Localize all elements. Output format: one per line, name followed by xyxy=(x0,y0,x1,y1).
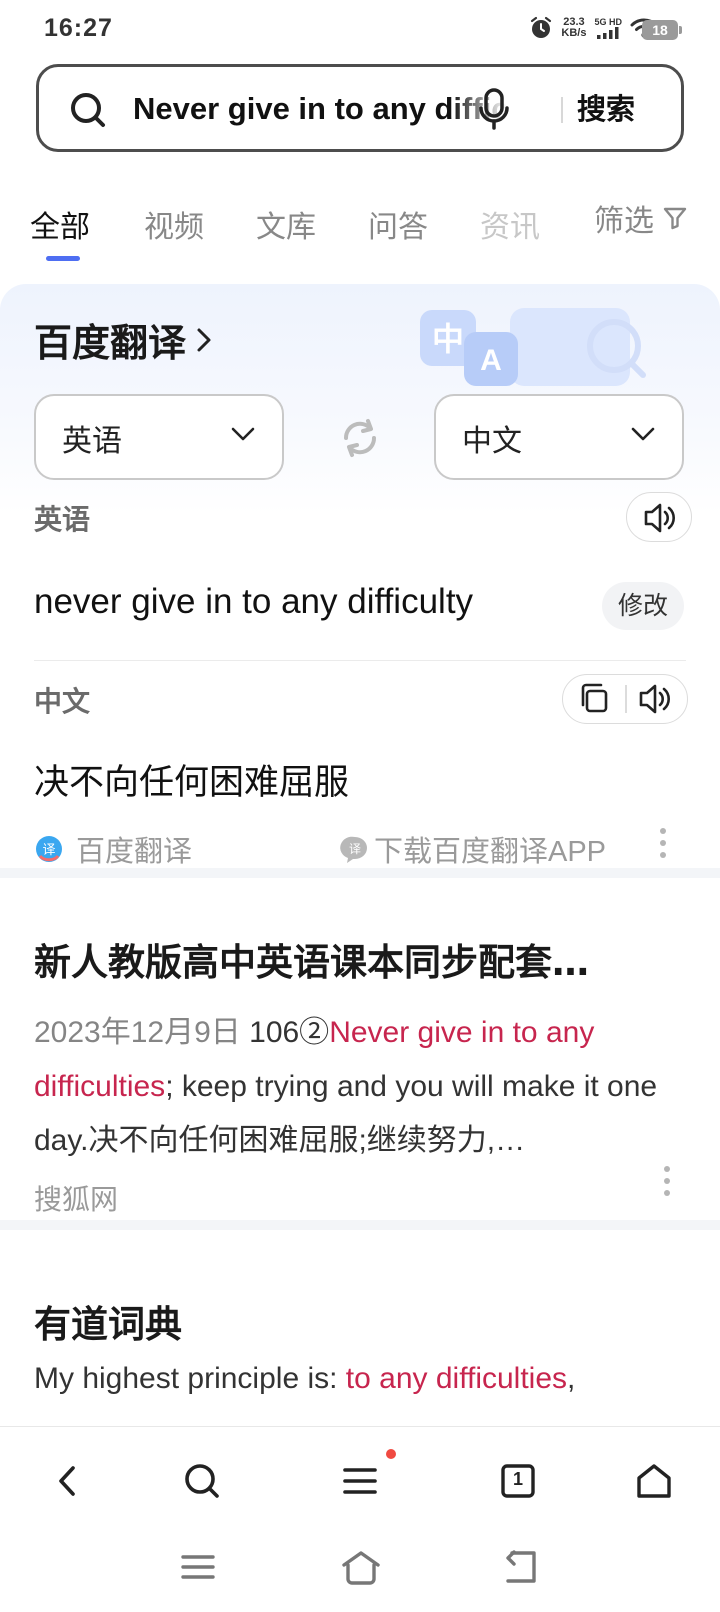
baidu-translate-card: 中 A 百度翻译 英语 中文 英语 never give in to any d… xyxy=(0,284,720,900)
filter-label: 筛选 xyxy=(594,204,654,239)
mic-icon[interactable] xyxy=(477,87,511,131)
section-gap xyxy=(0,868,720,878)
actions-divider xyxy=(625,685,627,713)
chevron-down-icon xyxy=(231,427,255,441)
translate-brand-text: 百度翻译 xyxy=(76,834,193,868)
tab-all[interactable]: 全部 xyxy=(30,202,90,246)
source-text: never give in to any difficulty xyxy=(34,582,474,621)
menu-icon[interactable] xyxy=(340,1461,380,1501)
source-label: 英语 xyxy=(34,503,91,536)
active-tab-indicator xyxy=(46,256,80,261)
tab-video[interactable]: 视频 xyxy=(144,202,204,246)
translated-text: 决不向任何困难屈服 xyxy=(34,763,350,803)
youdao-snippet-post: , xyxy=(567,1362,576,1395)
filter-button[interactable]: 筛选 xyxy=(594,196,688,240)
search-icon xyxy=(69,91,107,129)
search-tabs: 全部 视频 文库 问答 资讯 筛选 xyxy=(0,196,720,268)
youdao-result-title[interactable]: 有道词典 xyxy=(34,1294,182,1348)
status-bar: 16:27 23.3 KB/s 5G HD 18 xyxy=(0,0,720,60)
download-app-link[interactable]: 译 下载百度翻译APP xyxy=(340,828,606,870)
result-source[interactable]: 搜狐网 xyxy=(34,1178,118,1218)
system-menu-icon[interactable] xyxy=(180,1549,216,1585)
copy-icon[interactable] xyxy=(573,675,617,723)
tabs-icon[interactable]: 1 xyxy=(498,1461,538,1501)
tab-news[interactable]: 资讯 xyxy=(480,202,540,246)
tab-qa[interactable]: 问答 xyxy=(368,202,428,246)
search-box[interactable]: Never give in to any difficulty 搜索 xyxy=(36,64,684,152)
battery-indicator: 18 xyxy=(642,20,682,40)
source-speak-button[interactable] xyxy=(626,492,692,542)
swap-icon[interactable] xyxy=(338,416,382,460)
signal-bars-icon xyxy=(597,27,619,39)
chevron-down-icon xyxy=(631,427,655,441)
result-date: 2023年12月9日 xyxy=(34,1016,241,1049)
system-back-icon[interactable] xyxy=(502,1549,538,1585)
source-language-select[interactable]: 英语 xyxy=(34,394,284,480)
translate-title[interactable]: 百度翻译 xyxy=(34,312,212,367)
search-input[interactable]: Never give in to any difficulty xyxy=(133,89,507,129)
chevron-right-icon xyxy=(196,327,212,353)
section-gap xyxy=(0,1220,720,1230)
bottom-navigation: 1 xyxy=(0,1426,720,1612)
svg-text:译: 译 xyxy=(42,843,55,858)
target-language-value: 中文 xyxy=(462,424,522,459)
translate-illustration: 中 A xyxy=(390,290,690,400)
youdao-snippet: My highest principle is: to any difficul… xyxy=(34,1362,575,1396)
tab-library[interactable]: 文库 xyxy=(256,202,316,246)
net-speed: 23.3 KB/s xyxy=(561,17,586,39)
net-speed-unit: KB/s xyxy=(561,27,587,39)
edit-button[interactable]: 修改 xyxy=(602,582,684,630)
deco-zh-glyph: 中 xyxy=(432,320,464,358)
target-label: 中文 xyxy=(34,685,91,718)
status-icons: 23.3 KB/s 5G HD xyxy=(529,16,658,40)
translate-title-text: 百度翻译 xyxy=(34,321,187,365)
back-icon[interactable] xyxy=(48,1461,88,1501)
translate-chat-icon: 译 xyxy=(340,836,367,863)
tab-count: 1 xyxy=(512,1469,523,1489)
search-divider xyxy=(561,97,563,123)
cell-signal: 5G HD xyxy=(594,17,622,39)
target-language-select[interactable]: 中文 xyxy=(434,394,684,480)
search-button[interactable]: 搜索 xyxy=(577,87,635,131)
home-icon[interactable] xyxy=(634,1461,674,1501)
result-snippet: 2023年12月9日 106②Never give in to any diff… xyxy=(34,1006,686,1168)
download-app-text: 下载百度翻译APP xyxy=(374,836,607,868)
svg-text:译: 译 xyxy=(349,842,361,856)
target-actions xyxy=(562,674,688,724)
translate-footer: 译 百度翻译 译 下载百度翻译APP xyxy=(34,824,686,868)
search-icon[interactable] xyxy=(182,1461,222,1501)
more-options-icon[interactable] xyxy=(664,1166,670,1202)
speaker-icon xyxy=(644,503,675,533)
system-home-icon[interactable] xyxy=(340,1549,382,1585)
status-time: 16:27 xyxy=(44,14,113,42)
snippet-pre: 106② xyxy=(240,1016,330,1049)
deco-a-glyph: A xyxy=(480,344,502,377)
signal-label: 5G HD xyxy=(594,17,622,27)
alarm-icon xyxy=(529,16,553,40)
source-language-value: 英语 xyxy=(62,424,122,459)
translate-brand[interactable]: 译 百度翻译 xyxy=(34,828,192,870)
speaker-icon[interactable] xyxy=(629,675,685,723)
result-title[interactable]: 新人教版高中英语课本同步配套… xyxy=(34,932,694,986)
youdao-snippet-pre: My highest principle is: xyxy=(34,1362,346,1395)
notification-dot xyxy=(386,1449,396,1459)
youdao-snippet-highlight: to any difficulties xyxy=(345,1362,568,1395)
translate-divider xyxy=(34,660,686,661)
more-options-icon[interactable] xyxy=(660,828,666,864)
filter-icon xyxy=(662,205,688,231)
baidu-translate-logo-icon: 译 xyxy=(36,836,62,862)
